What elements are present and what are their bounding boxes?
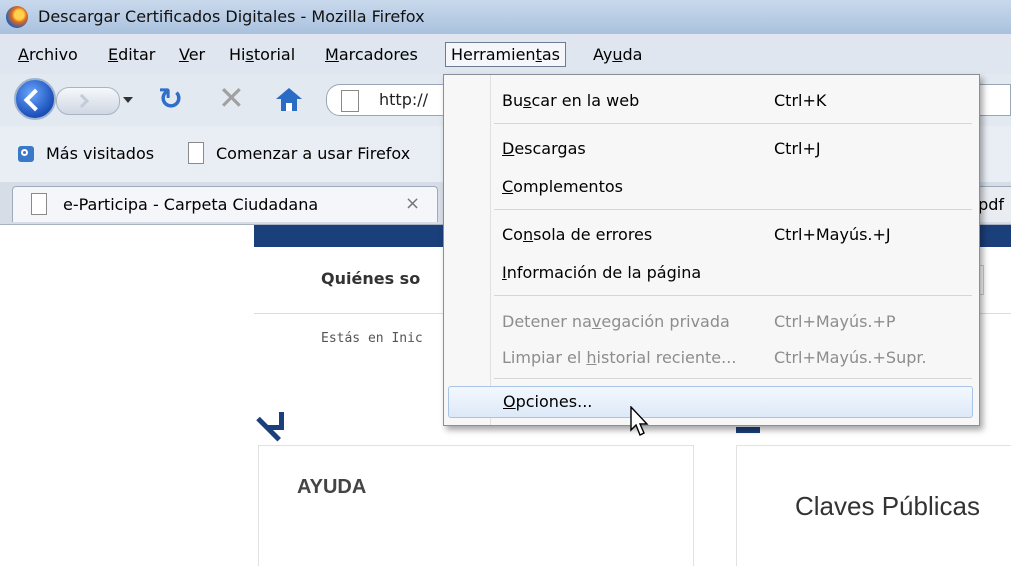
tools-menu: Buscar en la web Ctrl+K Descargas Ctrl+J… xyxy=(443,74,980,426)
reload-icon[interactable]: ↻ xyxy=(158,85,186,115)
menu-item-options[interactable]: Opciones... xyxy=(448,386,973,418)
url-text: http:// xyxy=(379,90,429,109)
menu-archivo[interactable]: Archivo xyxy=(13,43,83,66)
forward-button[interactable] xyxy=(56,87,120,115)
tab-label: e-Participa - Carpeta Ciudadana xyxy=(63,195,319,214)
menu-item-addons[interactable]: Complementos xyxy=(444,171,979,203)
menu-item-clear-history: Limpiar el historial reciente... Ctrl+Ma… xyxy=(502,348,927,367)
menu-item-error-console[interactable]: Consola de errores Ctrl+Mayús.+J xyxy=(444,219,979,251)
home-icon[interactable] xyxy=(276,88,302,112)
title-bar: Descargar Certificados Digitales - Mozil… xyxy=(0,0,1011,34)
stop-icon[interactable]: ✕ xyxy=(218,82,246,114)
menu-item-page-info[interactable]: Información de la página xyxy=(444,257,979,289)
tab-page-icon xyxy=(31,193,47,215)
menu-separator xyxy=(494,123,972,124)
history-dropdown-icon[interactable] xyxy=(123,97,133,103)
nav-link-quienes-somos[interactable]: Quiénes so xyxy=(321,269,420,288)
close-icon[interactable]: × xyxy=(405,193,420,214)
menu-marcadores[interactable]: Marcadores xyxy=(320,43,423,66)
menu-item-stop-private-browsing: Detener navegación privada Ctrl+Mayús.+P xyxy=(502,312,896,331)
menu-herramientas[interactable]: Herramientas xyxy=(445,42,566,67)
public-keys-panel: Claves Públicas xyxy=(736,445,1011,566)
arrow-down-right-icon xyxy=(256,405,284,442)
mouse-cursor-icon xyxy=(630,406,649,436)
breadcrumb: Estás en Inic xyxy=(321,331,423,346)
menu-item-search-web[interactable]: Buscar en la web Ctrl+K xyxy=(444,85,979,117)
back-button[interactable] xyxy=(14,78,56,120)
page-icon xyxy=(341,90,359,112)
menu-item-downloads[interactable]: Descargas Ctrl+J xyxy=(444,133,979,165)
help-panel: AYUDA xyxy=(258,445,694,566)
bookmark-search-icon xyxy=(18,146,34,162)
help-panel-title: AYUDA xyxy=(297,476,367,498)
section-marker xyxy=(736,427,760,433)
bookmark-page-icon xyxy=(188,142,204,164)
menu-historial[interactable]: Historial xyxy=(224,43,300,66)
menu-bar: Archivo Editar Ver Historial Marcadores … xyxy=(0,34,1011,74)
menu-editar[interactable]: Editar xyxy=(103,43,160,66)
menu-ver[interactable]: Ver xyxy=(174,43,210,66)
menu-separator xyxy=(494,378,972,379)
menu-ayuda[interactable]: Ayuda xyxy=(588,43,647,66)
tab-e-participa[interactable]: e-Participa - Carpeta Ciudadana × xyxy=(12,186,438,222)
firefox-logo-icon xyxy=(6,6,28,28)
window-title: Descargar Certificados Digitales - Mozil… xyxy=(38,7,425,26)
menu-separator xyxy=(494,295,972,296)
menu-separator xyxy=(494,209,972,210)
public-keys-title: Claves Públicas xyxy=(795,491,980,521)
bookmark-getting-started[interactable]: Comenzar a usar Firefox xyxy=(216,144,410,163)
bookmark-most-visited[interactable]: Más visitados xyxy=(46,144,154,163)
